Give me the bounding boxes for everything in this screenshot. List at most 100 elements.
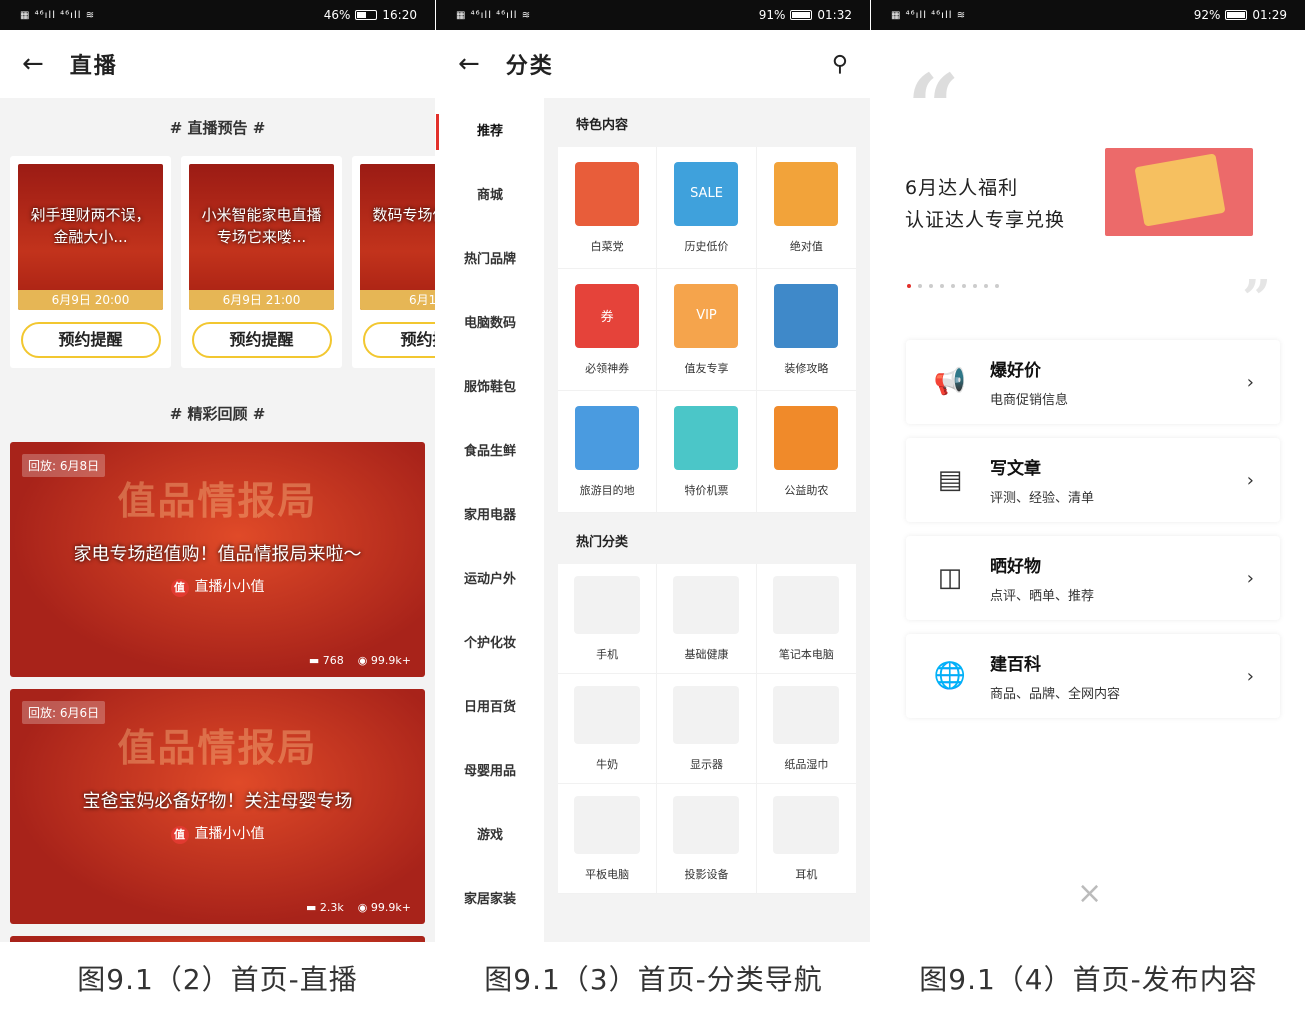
- sidebar-item[interactable]: 服饰鞋包: [436, 356, 544, 420]
- sidebar-item[interactable]: 商城: [436, 164, 544, 228]
- sidebar-item[interactable]: 运动户外: [436, 548, 544, 612]
- carousel-dot[interactable]: [962, 284, 966, 288]
- hot-category-item[interactable]: 投影设备: [657, 784, 757, 894]
- page-title: 直播: [69, 54, 118, 79]
- remind-button[interactable]: 预约提醒: [362, 322, 435, 358]
- sidebar-item[interactable]: 游戏: [436, 804, 544, 868]
- featured-item[interactable]: 旅游目的地: [558, 391, 658, 513]
- sidebar-item[interactable]: 个护化妆: [436, 612, 544, 676]
- battery-icon: [1225, 10, 1248, 20]
- sidebar-item[interactable]: 家用电器: [436, 484, 544, 548]
- featured-item-label: 装修攻略: [784, 361, 829, 375]
- product-image: [574, 795, 641, 854]
- preview-title: 数码专场值购，值: [372, 206, 435, 224]
- sidebar-item[interactable]: 电脑数码: [436, 292, 544, 356]
- replay-badge: 回放: 6月6日: [22, 701, 106, 724]
- clock: 01:29: [1252, 8, 1287, 22]
- replay-card[interactable]: [10, 936, 425, 942]
- carousel-dot[interactable]: [973, 284, 977, 288]
- sidebar-item[interactable]: 食品生鲜: [436, 420, 544, 484]
- featured-item[interactable]: 绝对值: [756, 147, 856, 269]
- carousel-dot[interactable]: [929, 284, 933, 288]
- featured-item[interactable]: 券必领神券: [558, 269, 658, 391]
- featured-item-label: 必领神券: [585, 361, 630, 375]
- sidebar-item[interactable]: 推荐: [436, 100, 544, 164]
- sidebar-item[interactable]: 家居家装: [436, 868, 544, 932]
- product-image: [673, 685, 740, 744]
- featured-item[interactable]: SALE 历史低价: [657, 147, 757, 269]
- hot-category-item[interactable]: 笔记本电脑: [756, 564, 856, 674]
- replay-title: 宝爸宝妈必备好物！关注母婴专场: [82, 791, 353, 812]
- carousel-dot[interactable]: [951, 284, 955, 288]
- hot-category-item[interactable]: 基础健康: [657, 564, 757, 674]
- replay-card[interactable]: 值品情报局 回放: 6月6日 宝爸宝妈必备好物！关注母婴专场 值直播小小值 ▬ …: [10, 689, 425, 924]
- preview-thumbnail[interactable]: 剁手理财两不误，金融大小... 6月9日 20:00: [18, 164, 163, 310]
- view-count: ◉ 99.9k+: [357, 901, 411, 914]
- featured-item[interactable]: 白菜党: [558, 147, 658, 269]
- preview-card[interactable]: 数码专场值购，值 6月10日 预约提醒: [352, 156, 435, 368]
- sidebar-item[interactable]: 日用百货: [436, 676, 544, 740]
- featured-heading: 特色内容: [558, 98, 856, 147]
- replay-background-title: 值品情报局: [117, 726, 318, 770]
- chevron-right-icon: ›: [1246, 567, 1254, 589]
- page-title: 分类: [505, 54, 554, 79]
- chevron-right-icon: ›: [1246, 665, 1254, 687]
- status-bar: ▦ ⁴⁶ıll ⁴⁶ıll ≋ 91% 01:32: [436, 0, 870, 30]
- preview-heading: # 直播预告 #: [169, 119, 266, 137]
- featured-item[interactable]: VIP 值友专享: [657, 269, 757, 391]
- signal-icon: ▦ ⁴⁶ıll ⁴⁶ıll ≋: [456, 9, 532, 21]
- header: ← 直播: [0, 30, 435, 98]
- preview-thumbnail[interactable]: 小米智能家电直播专场它来喽... 6月9日 21:00: [189, 164, 334, 310]
- carousel-dot[interactable]: [940, 284, 944, 288]
- sidebar-item[interactable]: 热门品牌: [436, 228, 544, 292]
- hot-category-item[interactable]: 纸品湿巾: [756, 674, 856, 784]
- figure-caption: 图9.1（3）首页-分类导航: [484, 963, 823, 996]
- replay-title: 家电专场超值购！值品情报局来啦～: [73, 544, 362, 565]
- battery-icon: [790, 10, 813, 20]
- carousel-dot[interactable]: [907, 284, 911, 288]
- publish-option[interactable]: 📢 爆好价 电商促销信息 ›: [906, 340, 1280, 424]
- chevron-right-icon: ›: [1246, 469, 1254, 491]
- hot-category-item[interactable]: 牛奶: [558, 674, 658, 784]
- option-subtitle: 电商促销信息: [990, 393, 1069, 408]
- publish-option[interactable]: 🌐 建百科 商品、品牌、全网内容 ›: [906, 634, 1280, 718]
- hot-category-label: 耳机: [795, 867, 818, 881]
- chevron-right-icon: ›: [1246, 371, 1254, 393]
- clock: 01:32: [817, 8, 852, 22]
- featured-item-icon: [774, 405, 839, 470]
- featured-item-icon: SALE: [674, 161, 739, 226]
- preview-card[interactable]: 小米智能家电直播专场它来喽... 6月9日 21:00 预约提醒: [181, 156, 342, 368]
- product-image: [574, 685, 641, 744]
- option-icon: 📢: [933, 367, 967, 397]
- back-arrow-icon[interactable]: ←: [22, 51, 44, 77]
- hot-category-item[interactable]: 手机: [558, 564, 658, 674]
- back-arrow-icon[interactable]: ←: [458, 51, 480, 77]
- preview-card[interactable]: 剁手理财两不误，金融大小... 6月9日 20:00 预约提醒: [10, 156, 171, 368]
- hot-category-item[interactable]: 平板电脑: [558, 784, 658, 894]
- figure-caption: 图9.1（4）首页-发布内容: [919, 963, 1258, 996]
- preview-date: 6月10日: [360, 290, 435, 310]
- open-quote-icon: “: [907, 54, 960, 162]
- remind-button[interactable]: 预约提醒: [20, 322, 161, 358]
- battery-level: 46%: [323, 8, 351, 22]
- replay-card[interactable]: 值品情报局 回放: 6月8日 家电专场超值购！值品情报局来啦～ 值直播小小值 ▬…: [10, 442, 425, 677]
- carousel-dot[interactable]: [995, 284, 999, 288]
- close-icon[interactable]: ×: [1077, 876, 1102, 911]
- carousel-dot[interactable]: [918, 284, 922, 288]
- publish-option[interactable]: ◫ 晒好物 点评、晒单、推荐 ›: [906, 536, 1280, 620]
- featured-item[interactable]: 公益助农: [756, 391, 856, 513]
- carousel-dot[interactable]: [984, 284, 988, 288]
- publish-option[interactable]: ▤ 写文章 评测、经验、清单 ›: [906, 438, 1280, 522]
- preview-thumbnail[interactable]: 数码专场值购，值 6月10日: [360, 164, 435, 310]
- hot-heading: 热门分类: [558, 515, 856, 564]
- header: ← 分类 ⚲: [436, 30, 870, 98]
- sidebar-item[interactable]: 母婴用品: [436, 740, 544, 804]
- featured-item[interactable]: 装修攻略: [756, 269, 856, 391]
- hot-category-item[interactable]: 耳机: [756, 784, 856, 894]
- host-name: 直播小小值: [194, 579, 265, 595]
- search-icon[interactable]: ⚲: [832, 52, 848, 77]
- hot-category-item[interactable]: 显示器: [657, 674, 757, 784]
- remind-button[interactable]: 预约提醒: [191, 322, 332, 358]
- featured-item[interactable]: 特价机票: [657, 391, 757, 513]
- promo-banner[interactable]: 6月达人福利 认证达人专享兑换: [905, 172, 1065, 236]
